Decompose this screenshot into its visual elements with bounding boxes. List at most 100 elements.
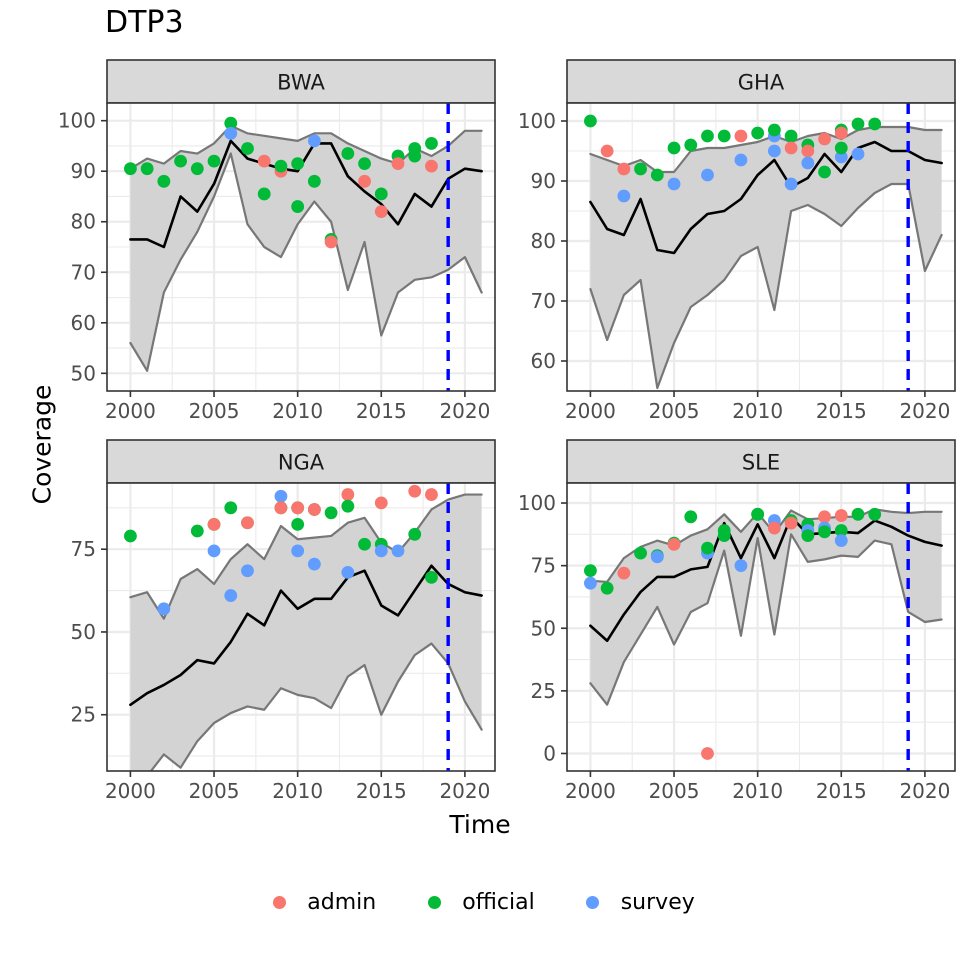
- x-axis-tick-label: 2015: [816, 779, 867, 803]
- y-axis-tick-label: 75: [531, 554, 556, 578]
- legend-item-admin[interactable]: admin: [265, 888, 376, 916]
- data-point-admin: [207, 517, 221, 531]
- data-point-official: [190, 162, 204, 176]
- x-axis-tick-label: 2020: [899, 779, 950, 803]
- data-point-official: [818, 525, 831, 539]
- data-point-admin: [425, 159, 438, 173]
- legend-item-survey[interactable]: survey: [579, 888, 695, 916]
- data-point-official: [834, 141, 848, 155]
- data-point-admin: [408, 484, 422, 498]
- data-point-admin: [701, 747, 714, 760]
- x-axis-tick-label: 2005: [649, 779, 700, 803]
- y-axis-tick-label: 100: [518, 491, 556, 515]
- data-point-survey: [241, 564, 254, 578]
- data-point-admin: [818, 510, 831, 524]
- y-axis-tick-label: 90: [71, 159, 96, 183]
- y-axis-tick-label: 50: [71, 361, 96, 385]
- panel-strip-label: BWA: [277, 71, 325, 95]
- data-point-official: [324, 506, 338, 520]
- data-point-admin: [617, 566, 631, 580]
- data-point-admin: [818, 132, 831, 146]
- data-point-survey: [207, 544, 221, 558]
- data-point-official: [767, 123, 781, 137]
- data-point-official: [374, 187, 388, 201]
- x-axis-tick-label: 2005: [189, 779, 240, 803]
- data-point-official: [751, 126, 765, 140]
- data-point-admin: [767, 521, 781, 535]
- data-point-survey: [650, 550, 664, 564]
- y-axis-tick-label: 0: [543, 741, 556, 765]
- y-axis-tick-label: 50: [71, 620, 96, 644]
- data-point-admin: [324, 235, 338, 249]
- x-axis-tick-label: 2010: [732, 399, 783, 423]
- facet-panel-GHA: GHA 60 70 80 90 100 2000 2005 2010 2015 2020: [518, 59, 956, 423]
- data-point-official: [307, 174, 321, 188]
- y-axis-tick-label: 70: [71, 260, 96, 284]
- data-point-admin: [241, 516, 254, 530]
- data-point-survey: [851, 147, 865, 161]
- data-point-admin: [425, 488, 438, 501]
- y-axis-tick-label: 90: [531, 169, 556, 193]
- data-point-survey: [224, 126, 238, 140]
- data-point-admin: [617, 162, 631, 176]
- panel-strip-label: SLE: [742, 451, 780, 475]
- data-point-survey: [801, 156, 815, 170]
- panel-strip-label: GHA: [738, 71, 785, 95]
- data-point-survey: [584, 576, 597, 590]
- x-axis-tick-label: 2020: [899, 399, 950, 423]
- x-axis-tick-label: 2015: [356, 779, 407, 803]
- data-point-admin: [834, 126, 848, 140]
- data-point-official: [124, 162, 137, 176]
- data-point-official: [634, 162, 647, 176]
- x-axis-tick-label: 2000: [105, 399, 156, 423]
- data-point-admin: [341, 488, 355, 501]
- facet-chart: BWA 50 60 70 80 90 100 2000 2005 2010 2015 2020 GHA 6…: [58, 59, 956, 803]
- data-point-official: [684, 138, 698, 152]
- data-point-admin: [291, 501, 305, 515]
- data-point-admin: [734, 129, 748, 143]
- data-point-official: [257, 187, 271, 201]
- data-point-official: [667, 141, 681, 155]
- legend: admin official survey: [0, 888, 960, 916]
- legend-item-official[interactable]: official: [420, 888, 535, 916]
- x-axis-tick-label: 2010: [272, 399, 323, 423]
- x-axis-tick-label: 2000: [105, 779, 156, 803]
- legend-label: official: [462, 889, 535, 915]
- data-point-official: [408, 527, 422, 541]
- facet-panel-BWA: BWA 50 60 70 80 90 100 2000 2005 2010 2015 2020: [58, 59, 496, 423]
- y-axis-tick-label: 75: [71, 537, 96, 561]
- data-point-official: [717, 129, 731, 143]
- data-point-official: [684, 510, 698, 524]
- data-point-official: [425, 570, 438, 584]
- x-axis-tick-label: 2000: [565, 399, 616, 423]
- data-point-official: [190, 524, 204, 538]
- data-point-survey: [157, 602, 171, 616]
- data-point-official: [358, 157, 371, 171]
- data-point-survey: [834, 534, 848, 547]
- data-point-admin: [784, 516, 798, 530]
- legend-dot-icon: [420, 888, 448, 916]
- x-axis-tick-label: 2000: [565, 779, 616, 803]
- y-axis-tick-label: 50: [531, 616, 556, 640]
- data-point-survey: [274, 489, 288, 503]
- data-point-admin: [784, 141, 798, 155]
- data-point-survey: [784, 177, 798, 191]
- x-axis-tick-label: 2015: [356, 399, 407, 423]
- data-point-official: [358, 537, 371, 551]
- data-point-admin: [257, 154, 271, 168]
- data-point-official: [291, 157, 305, 171]
- data-point-official: [584, 114, 597, 128]
- data-point-survey: [341, 565, 355, 579]
- x-axis-tick-label: 2005: [189, 399, 240, 423]
- x-axis-tick-label: 2020: [439, 779, 490, 803]
- y-axis-tick-label: 70: [531, 289, 556, 313]
- data-point-official: [717, 524, 731, 537]
- data-point-official: [291, 517, 305, 531]
- data-point-survey: [224, 589, 238, 602]
- data-point-admin: [274, 501, 288, 515]
- data-point-official: [157, 174, 171, 188]
- data-point-survey: [734, 153, 748, 167]
- data-point-official: [851, 117, 865, 131]
- legend-label: admin: [307, 889, 377, 915]
- legend-label: survey: [620, 889, 695, 915]
